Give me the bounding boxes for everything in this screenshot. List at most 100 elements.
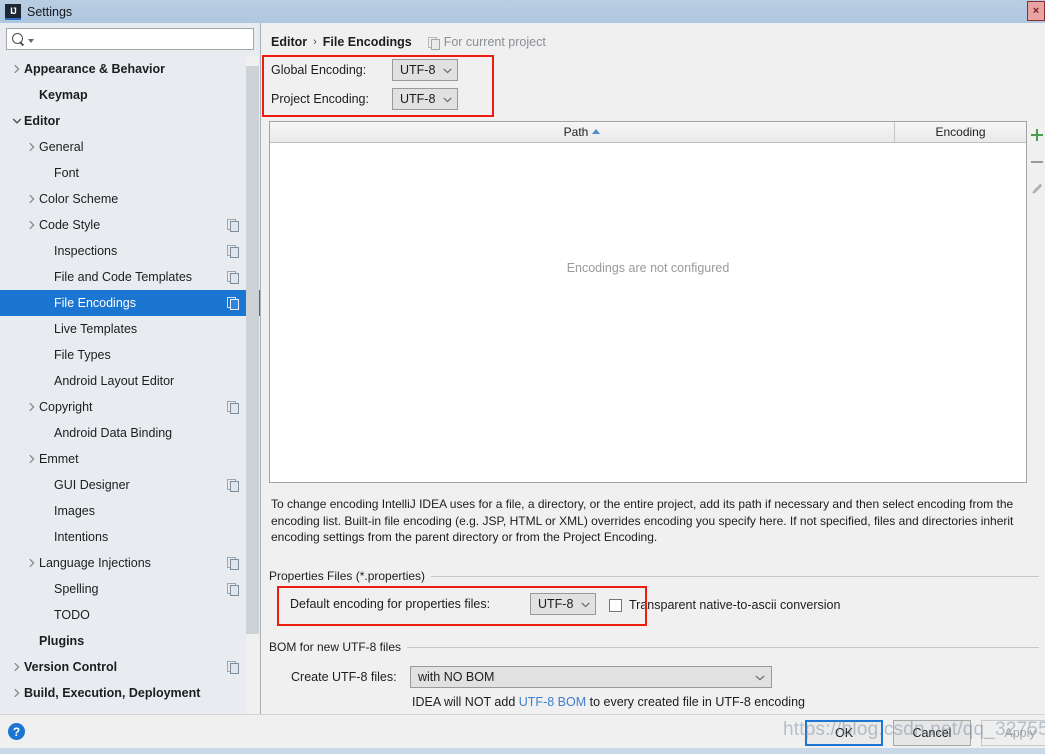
breadcrumb-editor[interactable]: Editor: [271, 35, 307, 49]
bom-note-suffix: to every created file in UTF-8 encoding: [586, 695, 805, 709]
column-header-encoding-label: Encoding: [935, 125, 986, 139]
sidebar-item-images[interactable]: Images: [0, 498, 260, 524]
sidebar-item-version-control[interactable]: Version Control: [0, 654, 260, 680]
search-box[interactable]: [6, 28, 254, 50]
copy-settings-icon: [227, 401, 239, 414]
sidebar-item-plugins[interactable]: Plugins: [0, 628, 260, 654]
help-icon[interactable]: ?: [8, 723, 25, 740]
sidebar-item-file-encodings[interactable]: File Encodings: [0, 290, 260, 316]
chevron-right-icon[interactable]: [25, 142, 39, 152]
chevron-down-icon[interactable]: [10, 117, 24, 125]
close-button[interactable]: ×: [1027, 1, 1045, 21]
search-input[interactable]: [34, 30, 253, 48]
copy-settings-icon: [227, 557, 239, 570]
empty-state-message: Encodings are not configured: [566, 261, 730, 275]
add-row-button[interactable]: [1029, 121, 1045, 148]
sidebar-item-label: Code Style: [39, 218, 101, 232]
project-encoding-value: UTF-8: [400, 92, 436, 106]
plus-icon: [1031, 128, 1043, 141]
utf8-bom-link[interactable]: UTF-8 BOM: [519, 695, 586, 709]
copy-settings-icon: [227, 297, 239, 310]
cancel-button[interactable]: Cancel: [893, 720, 971, 746]
sidebar-item-emmet[interactable]: Emmet: [0, 446, 260, 472]
sort-ascending-icon: [592, 129, 601, 134]
sidebar-item-label: File Encodings: [54, 296, 136, 310]
sidebar-item-color-scheme[interactable]: Color Scheme: [0, 186, 260, 212]
sidebar-item-label: Version Control: [24, 660, 118, 674]
sidebar-item-label: Android Layout Editor: [54, 374, 175, 388]
chevron-right-icon[interactable]: [25, 558, 39, 568]
sidebar-item-build-execution-deployment[interactable]: Build, Execution, Deployment: [0, 680, 260, 706]
sidebar-item-copyright[interactable]: Copyright: [0, 394, 260, 420]
create-utf8-combo[interactable]: with NO BOM: [410, 666, 772, 688]
scope-indicator: For current project: [427, 35, 546, 50]
project-encoding-combo[interactable]: UTF-8: [392, 88, 458, 110]
sidebar-item-label: Live Templates: [54, 322, 138, 336]
ok-button[interactable]: OK: [805, 720, 883, 746]
table-header-row: Path Encoding: [270, 122, 1026, 143]
sidebar-item-label: Keymap: [39, 88, 88, 102]
sidebar-item-general[interactable]: General: [0, 134, 260, 160]
sidebar-item-font[interactable]: Font: [0, 160, 260, 186]
settings-content-panel: Editor › File Encodings For current proj…: [262, 23, 1045, 714]
sidebar-item-label: Plugins: [39, 634, 85, 648]
sidebar-item-appearance-behavior[interactable]: Appearance & Behavior: [0, 56, 260, 82]
table-body[interactable]: Encodings are not configured: [270, 143, 1026, 482]
chevron-right-icon[interactable]: [25, 194, 39, 204]
project-encoding-label: Project Encoding:: [271, 92, 369, 106]
sidebar-item-spelling[interactable]: Spelling: [0, 576, 260, 602]
sidebar-item-android-data-binding[interactable]: Android Data Binding: [0, 420, 260, 446]
sidebar-item-live-templates[interactable]: Live Templates: [0, 316, 260, 342]
chevron-down-icon: [755, 670, 765, 684]
chevron-right-icon[interactable]: [10, 662, 24, 672]
settings-sidebar: Appearance & Behavior Keymap Editor General…: [0, 23, 261, 714]
sidebar-item-keymap[interactable]: Keymap: [0, 82, 260, 108]
global-encoding-row: Global Encoding:: [271, 63, 366, 77]
edit-row-button[interactable]: [1029, 175, 1045, 202]
bom-group-separator: BOM for new UTF-8 files: [269, 640, 1039, 654]
sidebar-scrollbar[interactable]: [246, 56, 259, 714]
column-header-path[interactable]: Path: [270, 122, 895, 142]
bom-note-prefix: IDEA will NOT add: [412, 695, 519, 709]
chevron-right-icon[interactable]: [10, 688, 24, 698]
encodings-table: Path Encoding Encodings are not configur…: [269, 121, 1027, 483]
transparent-conversion-checkbox[interactable]: [609, 598, 622, 612]
sidebar-item-editor[interactable]: Editor: [0, 108, 260, 134]
sidebar-item-file-types[interactable]: File Types: [0, 342, 260, 368]
default-properties-encoding-combo[interactable]: UTF-8: [530, 593, 596, 615]
sidebar-item-code-style[interactable]: Code Style: [0, 212, 260, 238]
chevron-right-icon[interactable]: [25, 402, 39, 412]
chevron-right-icon[interactable]: [25, 220, 39, 230]
bom-note: IDEA will NOT add UTF-8 BOM to every cre…: [412, 695, 805, 709]
sidebar-item-label: File and Code Templates: [54, 270, 193, 284]
description-text: To change encoding IntelliJ IDEA uses fo…: [271, 497, 1014, 544]
sidebar-item-file-and-code-templates[interactable]: File and Code Templates: [0, 264, 260, 290]
column-header-encoding[interactable]: Encoding: [895, 122, 1026, 142]
remove-row-button[interactable]: [1029, 148, 1045, 175]
copy-settings-icon: [227, 479, 239, 492]
sidebar-item-label: Appearance & Behavior: [24, 62, 166, 76]
breadcrumb: Editor › File Encodings For current proj…: [271, 35, 546, 50]
global-encoding-value: UTF-8: [400, 63, 436, 77]
chevron-down-icon: [443, 92, 452, 106]
settings-tree[interactable]: Appearance & Behavior Keymap Editor General…: [0, 56, 260, 714]
chevron-right-icon[interactable]: [10, 64, 24, 74]
transparent-conversion-checkbox-row[interactable]: Transparent native-to-ascii conversion: [609, 598, 840, 612]
sidebar-scrollbar-thumb[interactable]: [246, 66, 259, 634]
sidebar-item-language-injections[interactable]: Language Injections: [0, 550, 260, 576]
apply-button[interactable]: Apply: [981, 720, 1045, 746]
sidebar-item-android-layout-editor[interactable]: Android Layout Editor: [0, 368, 260, 394]
minus-icon: [1031, 160, 1043, 163]
breadcrumb-file-encodings: File Encodings: [322, 35, 412, 49]
sidebar-item-intentions[interactable]: Intentions: [0, 524, 260, 550]
transparent-conversion-label: Transparent native-to-ascii conversion: [629, 598, 841, 612]
breadcrumb-separator: ›: [313, 36, 317, 48]
pencil-icon: [1031, 183, 1043, 194]
global-encoding-combo[interactable]: UTF-8: [392, 59, 458, 81]
sidebar-item-gui-designer[interactable]: GUI Designer: [0, 472, 260, 498]
sidebar-item-label: Color Scheme: [39, 192, 119, 206]
sidebar-item-label: Copyright: [39, 400, 93, 414]
sidebar-item-todo[interactable]: TODO: [0, 602, 260, 628]
chevron-right-icon[interactable]: [25, 454, 39, 464]
sidebar-item-inspections[interactable]: Inspections: [0, 238, 260, 264]
